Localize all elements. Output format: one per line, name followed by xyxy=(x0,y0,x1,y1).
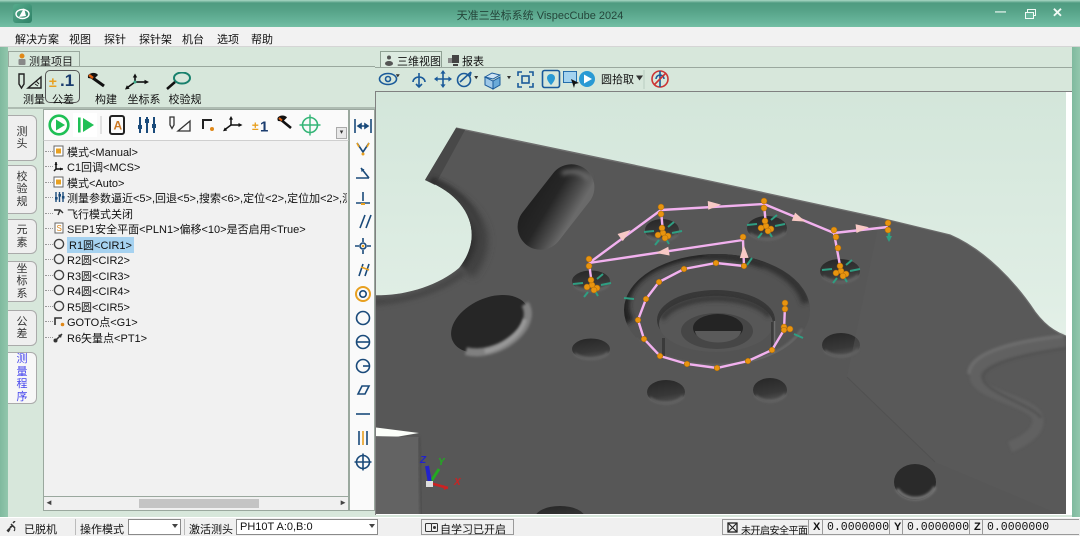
svg-text:1: 1 xyxy=(260,119,268,136)
svg-text:X: X xyxy=(453,477,462,488)
svg-text:S: S xyxy=(57,224,62,233)
svg-text:±: ± xyxy=(252,119,259,133)
svg-text:A: A xyxy=(114,119,123,133)
svg-text:圆拾取: 圆拾取 xyxy=(601,72,634,86)
svg-text:Z: Z xyxy=(419,455,427,466)
